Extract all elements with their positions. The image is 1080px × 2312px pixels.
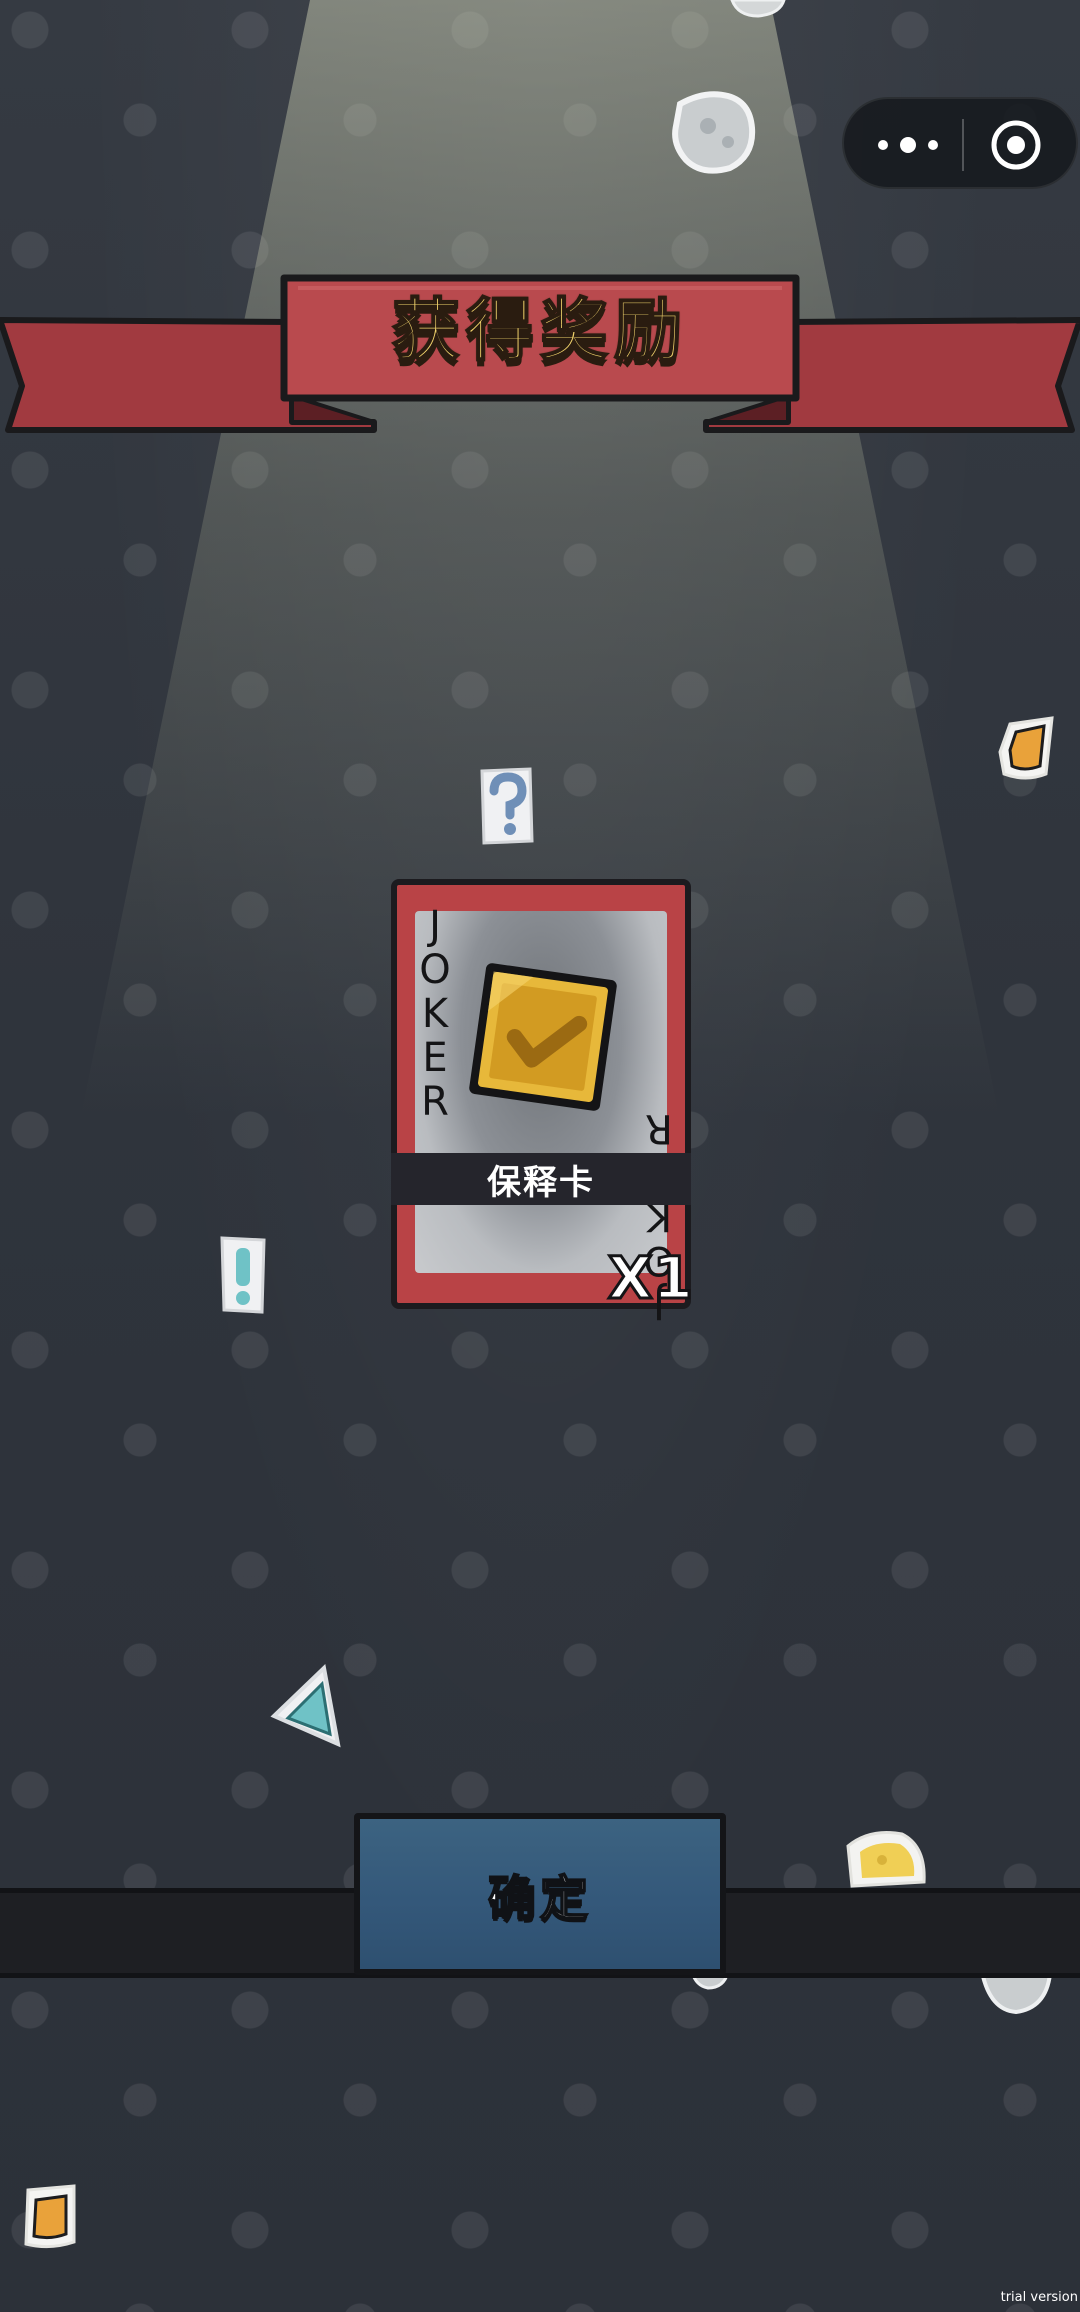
more-button[interactable] (858, 111, 958, 179)
exclamation-sticker-icon (220, 1236, 266, 1314)
trial-version-watermark: trial version (1000, 2290, 1078, 2305)
confirm-label: 确定 (487, 1870, 592, 1928)
question-mark-sticker-icon (480, 767, 534, 845)
item-quantity: X1 (606, 1244, 694, 1312)
more-dots-icon-right (928, 140, 938, 150)
confirm-button[interactable]: 确定 (354, 1813, 726, 1975)
more-dots-icon-center (900, 137, 916, 153)
gray-chip-sticker-icon (730, 0, 786, 18)
item-name-bar: 保释卡 (391, 1153, 691, 1205)
page-title: 获得奖励 (391, 291, 688, 372)
mini-program-capsule (842, 97, 1078, 189)
cheese-wedge-sticker-icon (846, 1831, 926, 1888)
orange-note-sticker-icon (998, 716, 1054, 780)
gold-shield-check-icon (469, 963, 617, 1111)
close-button[interactable] (990, 119, 1042, 171)
teal-triangle-sticker-icon (270, 1664, 341, 1748)
orange-note-sticker-bottom-icon (24, 2184, 76, 2249)
reward-card: JOKER JOKER 保释卡 X1 (391, 879, 695, 1327)
item-name: 保释卡 (487, 1162, 595, 1203)
suit-text: JOKER (412, 903, 458, 1123)
cheese-sticker-icon (672, 91, 756, 174)
card-suit-top: JOKER (412, 903, 458, 1123)
more-dots-icon (878, 140, 888, 150)
capsule-divider (962, 119, 964, 171)
